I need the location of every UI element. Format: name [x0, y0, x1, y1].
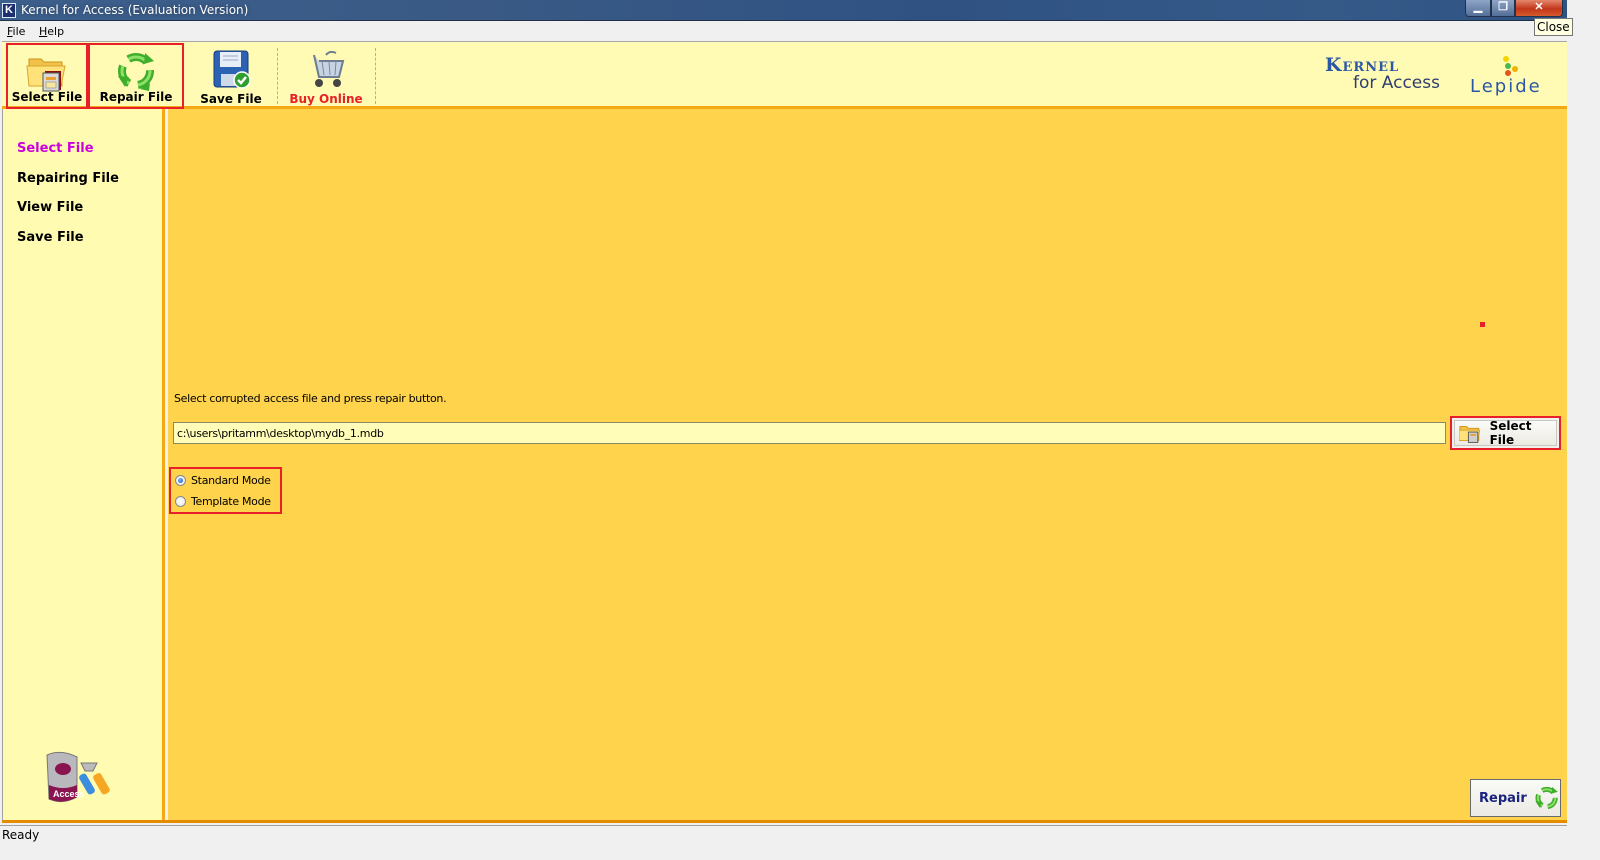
recycle-arrows-icon — [118, 53, 154, 91]
toolbar-save-file-label: Save File — [200, 92, 262, 106]
brand-subtitle: for Access — [1353, 73, 1440, 93]
sidebar-item-repairing-file[interactable]: Repairing File — [17, 171, 119, 186]
toolbar-separator — [375, 48, 376, 104]
kernel-brand-logo: Kernel for Access — [1325, 54, 1440, 93]
repair-button[interactable]: Repair — [1470, 779, 1561, 817]
browse-button-label: Select File — [1489, 419, 1532, 447]
minimize-icon: ▁ — [1473, 1, 1483, 13]
standard-mode-radio[interactable] — [175, 475, 186, 486]
lepide-dots-icon — [1503, 56, 1518, 76]
standard-mode-label: Standard Mode — [191, 474, 271, 487]
toolbar-save-file-button[interactable]: Save File — [188, 43, 274, 109]
main-panel: Select corrupted access file and press r… — [168, 109, 1567, 820]
window-controls: ▁ ❐ ✕ — [1465, 0, 1563, 19]
window-title: Kernel for Access (Evaluation Version) — [21, 3, 249, 17]
instruction-text: Select corrupted access file and press r… — [174, 392, 447, 405]
browse-button-face: Select File — [1454, 419, 1557, 447]
browse-select-file-button[interactable]: Select File — [1450, 416, 1561, 450]
sidebar-item-view-file[interactable]: View File — [17, 200, 83, 215]
toolbar-buy-online-label: Buy Online — [289, 92, 363, 106]
sidebar-item-save-file[interactable]: Save File — [17, 230, 84, 245]
menu-file[interactable]: File — [7, 25, 25, 38]
toolbar-repair-file-button[interactable]: Repair File — [88, 43, 184, 109]
restore-icon: ❐ — [1498, 1, 1508, 13]
title-bar: K Kernel for Access (Evaluation Version) — [0, 0, 1567, 21]
floppy-disk-icon — [213, 50, 251, 89]
shopping-cart-icon — [313, 50, 345, 87]
toolbar-select-file-label: Select File — [11, 90, 83, 104]
toolbar-buy-online-button[interactable]: Buy Online — [280, 43, 372, 109]
lepide-logo: Lepide — [1470, 56, 1560, 100]
recycle-arrows-icon — [1535, 786, 1558, 810]
menu-file-label: ile — [12, 25, 26, 38]
panel-bottom-border — [2, 820, 1567, 823]
status-text: Ready — [2, 828, 40, 842]
menu-bar: File Help — [0, 21, 1567, 41]
template-mode-option[interactable]: Template Mode — [175, 495, 271, 508]
toolbar-separator — [277, 48, 278, 104]
app-icon[interactable]: K — [2, 3, 16, 18]
folder-file-icon — [1459, 425, 1481, 443]
mode-selection-group: Standard Mode Template Mode — [169, 467, 282, 514]
standard-mode-option[interactable]: Standard Mode — [175, 474, 271, 487]
repair-button-label: Repair — [1479, 790, 1527, 806]
access-logo-text: Access — [53, 789, 85, 799]
desktop-background-strip — [1567, 21, 1600, 860]
template-mode-radio[interactable] — [175, 496, 186, 507]
status-bar: Ready — [0, 826, 1567, 860]
close-icon: ✕ — [1534, 1, 1544, 13]
sidebar-item-select-file[interactable]: Select File — [17, 141, 94, 156]
file-path-input[interactable] — [173, 422, 1446, 444]
menu-help-label: elp — [47, 25, 65, 38]
close-tooltip: Close — [1534, 18, 1573, 36]
restore-button[interactable]: ❐ — [1491, 0, 1515, 17]
access-repair-logo-icon: Access — [46, 751, 110, 803]
toolbar-repair-file-label: Repair File — [99, 90, 173, 104]
marker-dot — [1480, 322, 1485, 327]
vendor-name: Lepide — [1470, 76, 1542, 97]
toolbar: Select File Repair File Save File Buy On… — [2, 41, 1567, 109]
minimize-button[interactable]: ▁ — [1465, 0, 1491, 17]
toolbar-select-file-button[interactable]: Select File — [6, 43, 88, 109]
sidebar: Select File Repairing File View File Sav… — [2, 109, 165, 820]
close-button[interactable]: ✕ — [1515, 0, 1563, 17]
template-mode-label: Template Mode — [191, 495, 271, 508]
folder-file-icon — [26, 58, 66, 92]
menu-help[interactable]: Help — [39, 25, 64, 38]
